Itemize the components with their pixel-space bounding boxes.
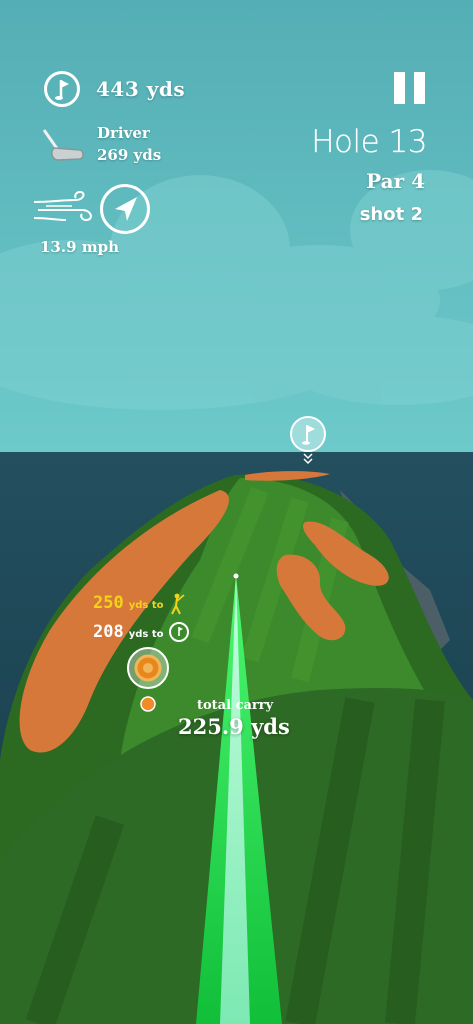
marker-pin-value: 208 [93,622,124,642]
flag-circle-icon [44,71,80,107]
distance-panel: 443 yds [44,70,185,108]
pin-flag-marker-icon[interactable] [290,416,326,468]
hole-title: Hole 13 [311,124,427,160]
wind-arrow-icon [100,184,150,234]
carry-label: total carry [197,698,274,713]
marker-pin: 208 yds to [93,622,190,642]
marker-golfer: 250 yds to [93,593,187,615]
marker-golfer-value: 250 [93,593,124,613]
pause-icon [394,72,426,104]
pause-button[interactable] [394,72,426,104]
par-label: Par 4 [366,169,425,193]
carry-value: 225.9 yds [178,714,290,739]
distance-to-pin: 443 yds [96,77,186,101]
flag-small-icon [169,622,190,642]
club-name: Driver [97,124,150,142]
marker-golfer-suffix: yds to [128,600,164,611]
aim-tip [233,573,239,579]
club-distance: 269 yds [97,146,162,164]
wind-speed: 13.9 mph [40,238,120,256]
shot-label: shot 2 [359,204,423,225]
wind-gust-icon [33,190,92,222]
driver-club-icon [42,129,84,161]
marker-pin-suffix: yds to [128,629,164,640]
golfer-icon [171,593,186,615]
